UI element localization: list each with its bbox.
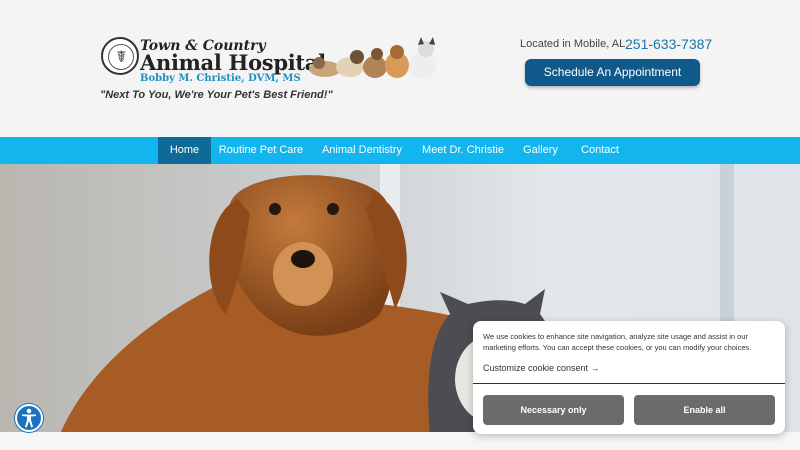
logo-line2[interactable]: Animal Hospital xyxy=(140,50,326,75)
nav-item-home[interactable]: Home xyxy=(158,137,211,164)
phone-link[interactable]: 251-633-7387 xyxy=(625,36,712,52)
page-bottom-strip xyxy=(0,432,800,450)
nav-item-meet-dr-christie[interactable]: Meet Dr. Christie xyxy=(418,137,508,164)
accessibility-icon[interactable] xyxy=(15,404,43,432)
cookie-consent-banner: We use cookies to enhance site navigatio… xyxy=(473,321,785,434)
enable-all-button[interactable]: Enable all xyxy=(634,395,775,425)
nav-item-gallery[interactable]: Gallery xyxy=(518,137,563,164)
cookie-message: We use cookies to enhance site navigatio… xyxy=(483,332,752,352)
nav-item-routine-pet-care[interactable]: Routine Pet Care xyxy=(216,137,306,164)
schedule-appointment-button[interactable]: Schedule An Appointment xyxy=(525,59,700,86)
nav-item-animal-dentistry[interactable]: Animal Dentistry xyxy=(316,137,408,164)
logo-doctor-name: Bobby M. Christie, DVM, MS xyxy=(140,73,301,84)
site-header: ☤ Town & Country Animal Hospital Bobby M… xyxy=(0,0,800,137)
caduceus-seal-icon[interactable]: ☤ xyxy=(101,37,139,75)
tagline: "Next To You, We're Your Pet's Best Frie… xyxy=(100,89,333,101)
pets-group-image xyxy=(309,37,437,78)
customize-cookie-link[interactable]: Customize cookie consent → xyxy=(483,363,600,373)
necessary-only-button[interactable]: Necessary only xyxy=(483,395,624,425)
cookie-divider xyxy=(473,383,785,384)
nav-item-contact[interactable]: Contact xyxy=(575,137,625,164)
location-text: Located in Mobile, AL xyxy=(520,38,626,50)
main-nav: Home Routine Pet Care Animal Dentistry M… xyxy=(0,137,800,164)
